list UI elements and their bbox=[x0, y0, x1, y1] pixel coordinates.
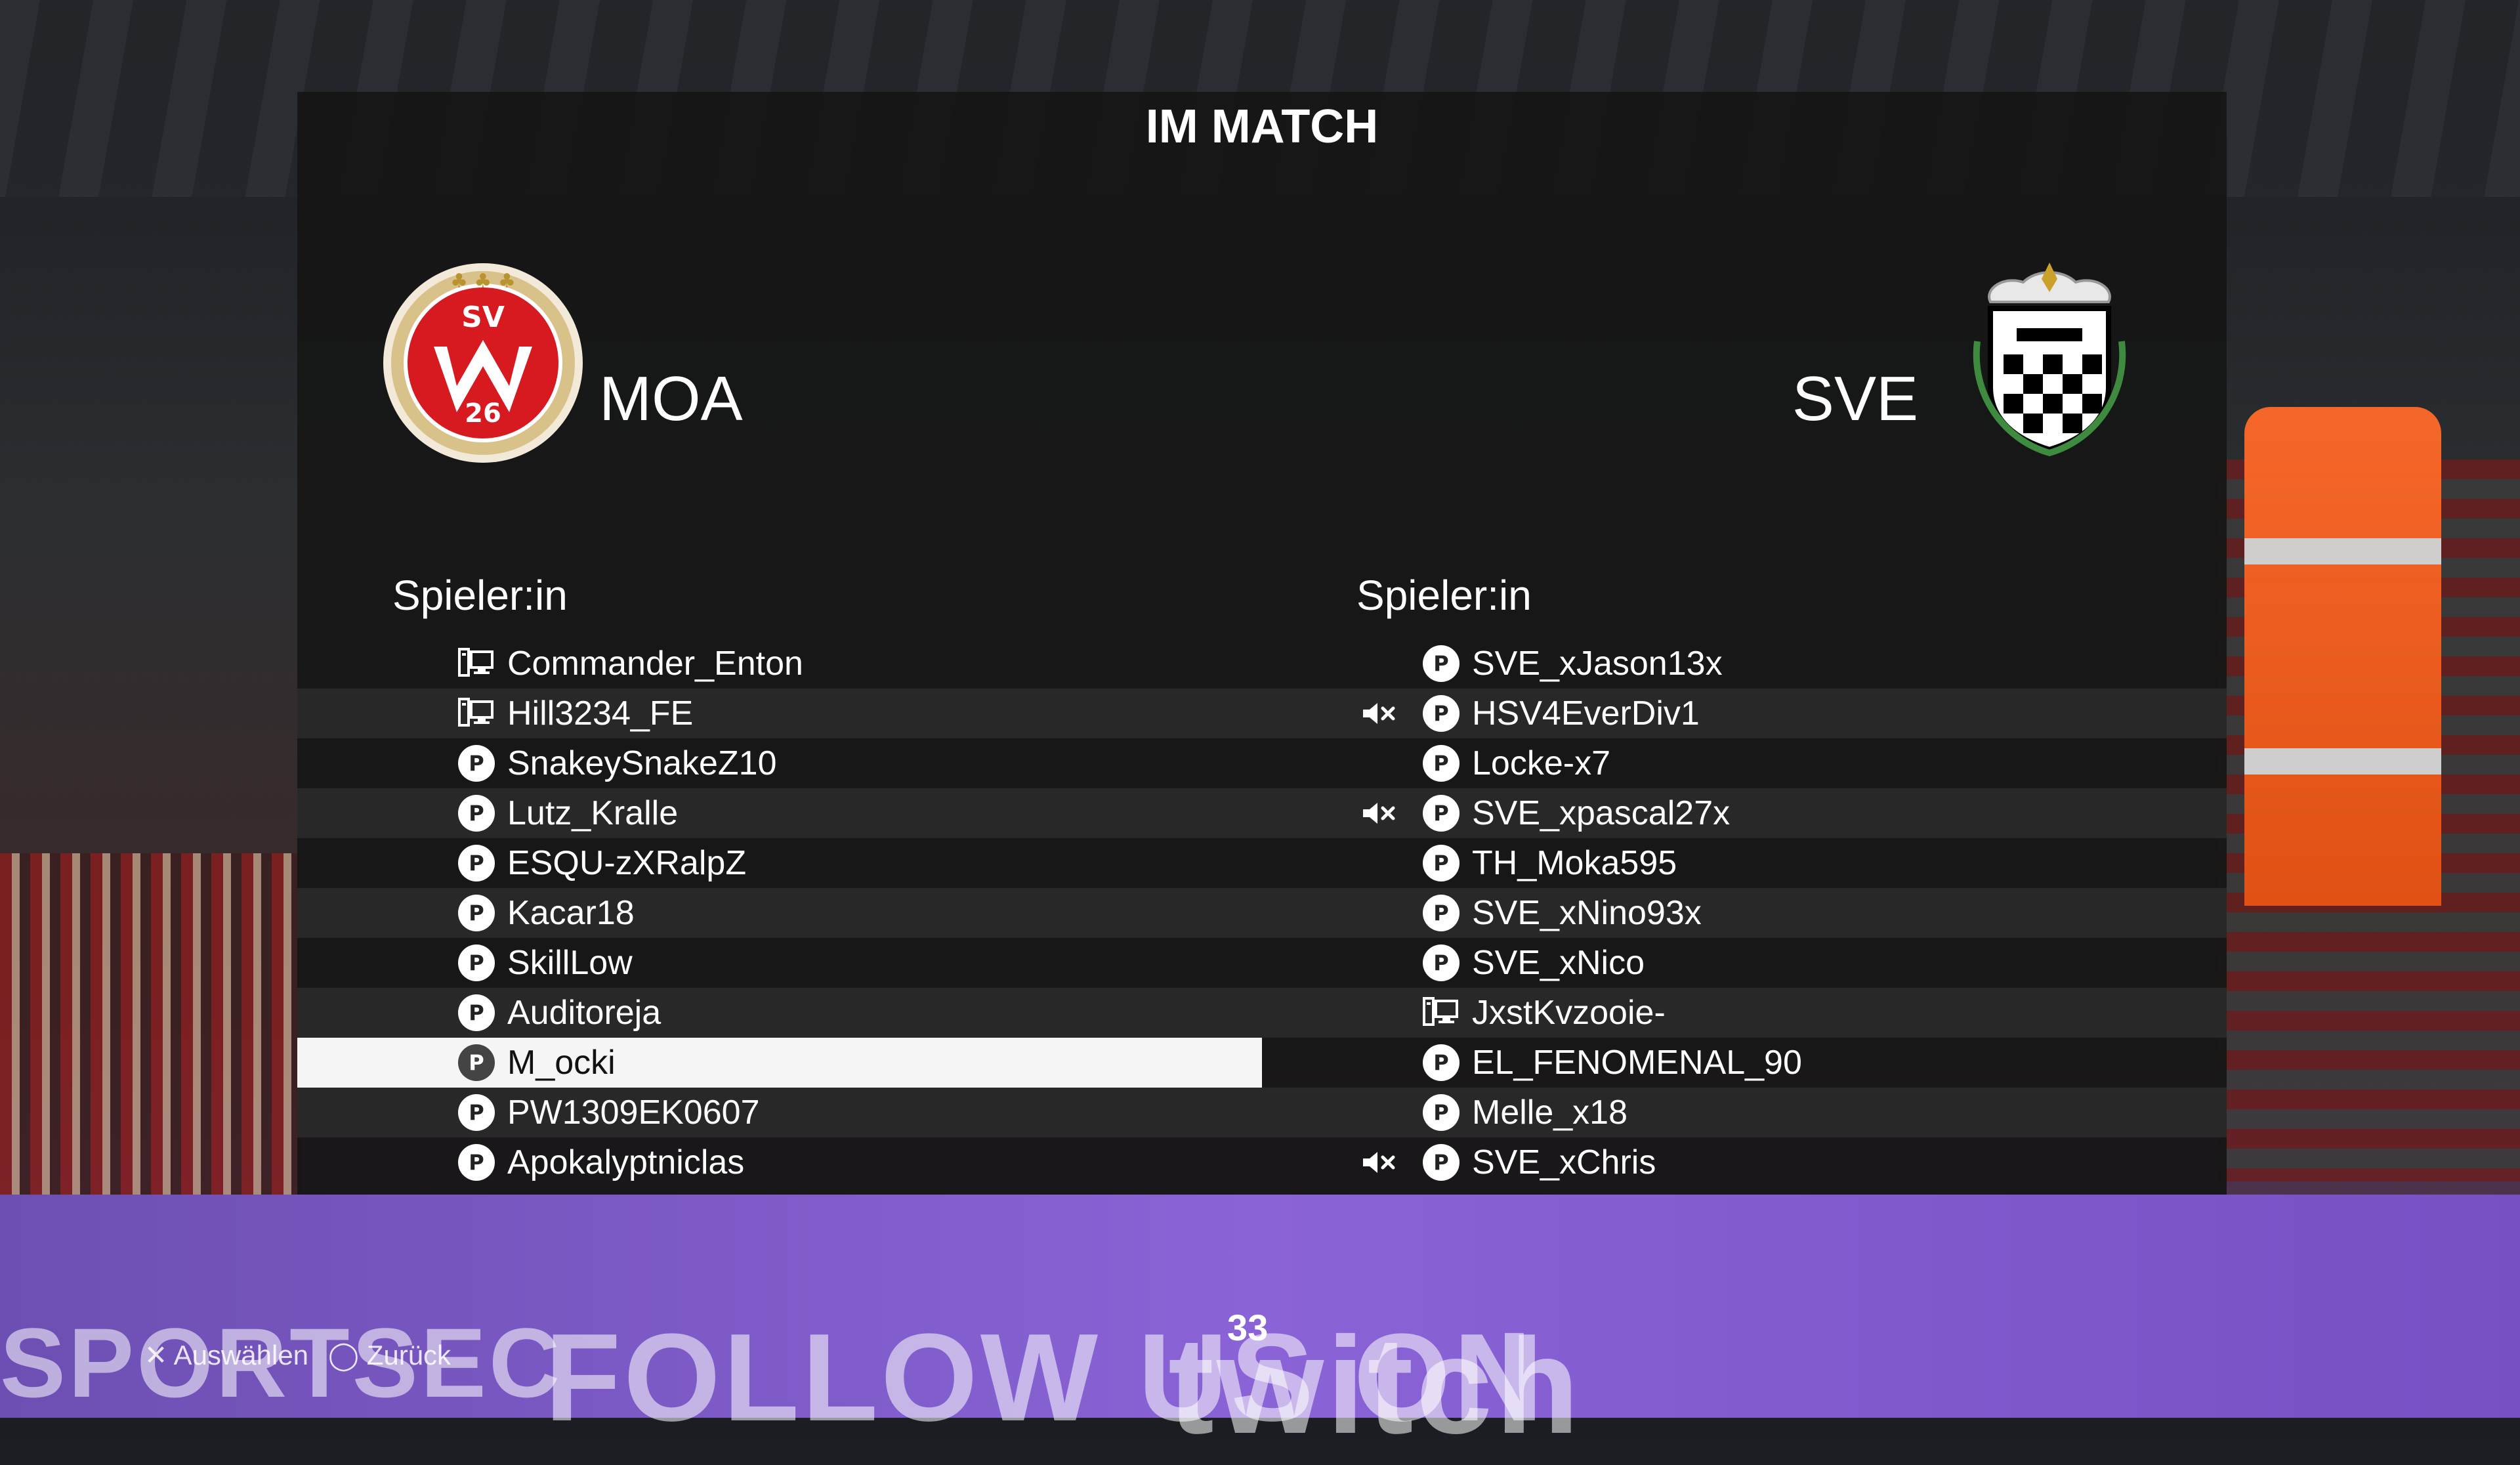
playstation-icon: P bbox=[458, 795, 495, 832]
mute-icon bbox=[1360, 800, 1397, 826]
home-player-row[interactable]: P Auditoreja bbox=[297, 988, 1262, 1038]
player-name: EL_FENOMENAL_90 bbox=[1472, 1044, 1802, 1082]
player-name: SnakeySnakeZ10 bbox=[507, 744, 777, 782]
home-player-row[interactable]: P SnakeySnakeZ10 bbox=[297, 738, 1262, 788]
home-team-name: MOA bbox=[599, 364, 743, 434]
player-name: PW1309EK0607 bbox=[507, 1093, 760, 1132]
home-players-header: Spieler:in bbox=[392, 572, 568, 619]
player-name: SVE_xNico bbox=[1472, 944, 1645, 982]
pc-platform-icon bbox=[1423, 994, 1460, 1031]
playstation-icon: P bbox=[458, 1044, 495, 1081]
mute-icon bbox=[1360, 1149, 1397, 1176]
home-player-row[interactable]: Hill3234_FE bbox=[297, 689, 1262, 738]
away-player-row[interactable]: P HSV4EverDiv1 bbox=[1262, 689, 2227, 738]
home-player-row[interactable]: P ESQU-zXRalpZ bbox=[297, 838, 1262, 888]
playstation-icon: P bbox=[458, 945, 495, 981]
player-name: Kacar18 bbox=[507, 894, 635, 932]
home-player-row[interactable]: P M_ocki bbox=[297, 1038, 1262, 1088]
playstation-icon: P bbox=[1423, 895, 1460, 931]
crest-26: 26 bbox=[465, 398, 501, 429]
player-name: HSV4EverDiv1 bbox=[1472, 694, 1700, 732]
playstation-icon: P bbox=[458, 895, 495, 931]
player-name: Commander_Enton bbox=[507, 645, 803, 683]
select-hint[interactable]: ✕ Auswählen bbox=[144, 1339, 308, 1371]
match-lobby-panel: IM MATCH SV 26 ♣ ♣ ♣ MOA SVE Spieler:in … bbox=[297, 92, 2227, 1195]
back-button-icon: ◯ bbox=[328, 1340, 360, 1370]
player-name: Auditoreja bbox=[507, 994, 662, 1032]
player-name: SkillLow bbox=[507, 944, 633, 982]
away-player-row[interactable]: P SVE_xChris bbox=[1262, 1137, 2227, 1187]
playstation-icon: P bbox=[1423, 795, 1460, 832]
away-player-row[interactable]: P Melle_x18 bbox=[1262, 1088, 2227, 1137]
playstation-icon: P bbox=[1423, 695, 1460, 732]
player-name: SVE_xpascal27x bbox=[1472, 794, 1731, 832]
playstation-icon: P bbox=[458, 1094, 495, 1131]
select-label: Auswählen bbox=[173, 1340, 309, 1370]
player-name: M_ocki bbox=[507, 1044, 616, 1082]
away-player-row[interactable]: P SVE_xJason13x bbox=[1262, 639, 2227, 689]
home-player-row[interactable]: P Apokalyptniclas bbox=[297, 1137, 1262, 1187]
pc-platform-icon bbox=[458, 695, 495, 732]
player-name: Apokalyptniclas bbox=[507, 1143, 745, 1181]
away-player-row[interactable]: P SVE_xNico bbox=[1262, 938, 2227, 988]
away-player-row[interactable]: P EL_FENOMENAL_90 bbox=[1262, 1038, 2227, 1088]
player-name: ESQU-zXRalpZ bbox=[507, 844, 747, 882]
playstation-icon: P bbox=[1423, 845, 1460, 881]
home-player-row[interactable]: P Lutz_Kralle bbox=[297, 788, 1262, 838]
away-club-crest bbox=[1973, 263, 2126, 457]
away-player-row[interactable]: P TH_Moka595 bbox=[1262, 838, 2227, 888]
player-name: SVE_xJason13x bbox=[1472, 645, 1723, 683]
away-player-row[interactable]: P SVE_xpascal27x bbox=[1262, 788, 2227, 838]
playstation-icon: P bbox=[1423, 1094, 1460, 1131]
home-player-list: Commander_Enton Hill3234_FE P SnakeySnakeZ1… bbox=[297, 639, 1262, 1187]
svg-text:♣ ♣ ♣: ♣ ♣ ♣ bbox=[450, 270, 516, 293]
steward-figure bbox=[2244, 407, 2441, 906]
match-counter: 33 bbox=[1227, 1307, 1269, 1348]
crest-sv: SV bbox=[461, 301, 505, 334]
select-button-icon: ✕ bbox=[144, 1340, 168, 1370]
screen-title: IM MATCH bbox=[1145, 100, 1379, 153]
home-player-row[interactable]: Commander_Enton bbox=[297, 639, 1262, 689]
player-name: TH_Moka595 bbox=[1472, 844, 1677, 882]
home-player-row[interactable]: P Kacar18 bbox=[297, 888, 1262, 938]
away-player-row[interactable]: JxstKvzooie- bbox=[1262, 988, 2227, 1038]
away-player-row[interactable]: P SVE_xNino93x bbox=[1262, 888, 2227, 938]
away-team-name: SVE bbox=[1792, 364, 1918, 434]
playstation-icon: P bbox=[1423, 745, 1460, 782]
pc-platform-icon bbox=[458, 645, 495, 682]
player-name: Locke-x7 bbox=[1472, 744, 1610, 782]
mute-icon bbox=[1360, 700, 1397, 727]
playstation-icon: P bbox=[458, 845, 495, 881]
back-label: Zurück bbox=[366, 1340, 452, 1370]
back-hint[interactable]: ◯ Zurück bbox=[328, 1339, 451, 1371]
player-name: JxstKvzooie- bbox=[1472, 994, 1666, 1032]
player-name: SVE_xNino93x bbox=[1472, 894, 1702, 932]
away-player-row[interactable]: P Locke-x7 bbox=[1262, 738, 2227, 788]
player-name: SVE_xChris bbox=[1472, 1143, 1656, 1181]
playstation-icon: P bbox=[1423, 1044, 1460, 1081]
playstation-icon: P bbox=[458, 994, 495, 1031]
home-player-row[interactable]: P PW1309EK0607 bbox=[297, 1088, 1262, 1137]
playstation-icon: P bbox=[1423, 1144, 1460, 1181]
away-player-list: P SVE_xJason13x P HSV4EverDiv1 P Locke-x7 P SVE… bbox=[1262, 639, 2227, 1187]
away-players-header: Spieler:in bbox=[1356, 572, 1532, 619]
playstation-icon: P bbox=[458, 1144, 495, 1181]
home-club-crest: SV 26 ♣ ♣ ♣ bbox=[383, 263, 583, 463]
playstation-icon: P bbox=[458, 745, 495, 782]
player-name: Lutz_Kralle bbox=[507, 794, 679, 832]
player-name: Melle_x18 bbox=[1472, 1093, 1628, 1132]
player-name: Hill3234_FE bbox=[507, 694, 694, 732]
playstation-icon: P bbox=[1423, 645, 1460, 682]
home-player-row[interactable]: P SkillLow bbox=[297, 938, 1262, 988]
playstation-icon: P bbox=[1423, 945, 1460, 981]
